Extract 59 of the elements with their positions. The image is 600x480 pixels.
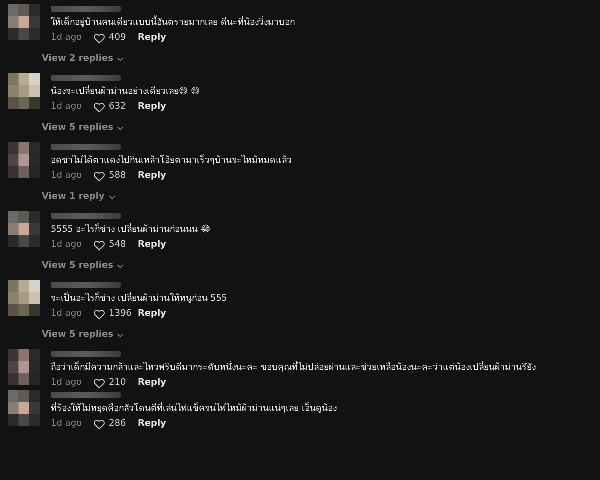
avatar-placeholder[interactable]	[8, 4, 40, 40]
avatar-placeholder[interactable]	[8, 349, 40, 385]
view-replies-button[interactable]: View 5 replies	[42, 261, 124, 271]
reply-button[interactable]: Reply	[138, 240, 166, 250]
blurred-username	[51, 392, 121, 398]
reply-button[interactable]: Reply	[138, 102, 166, 112]
blurred-username	[51, 6, 121, 12]
avatar-placeholder[interactable]	[8, 280, 40, 316]
comment-text: จะเป็นอะไรก็ช่าง เปลี่ยนผ้าม่านให้หนูก่อน 555	[51, 293, 228, 306]
comment-text: อดชาไม่ได้ตาแดงไปกินเหล้าโอ้ยตามาเร็วๆบ้านจะไหม้หมดแล้ว	[51, 155, 292, 168]
chevron-down-icon	[117, 126, 124, 130]
reply-button[interactable]: Reply	[138, 419, 166, 429]
like-count: 548	[109, 240, 126, 250]
view-replies-button[interactable]: View 5 replies	[42, 330, 124, 340]
reply-button[interactable]: Reply	[138, 309, 166, 319]
comment-time: 1d ago	[51, 378, 84, 388]
chevron-down-icon	[108, 194, 116, 200]
avatar-placeholder[interactable]	[8, 211, 40, 247]
reply-button[interactable]: Reply	[138, 378, 166, 388]
heart-icon[interactable]	[93, 238, 106, 252]
reply-button[interactable]: Reply	[138, 171, 166, 181]
avatar-placeholder[interactable]	[8, 142, 40, 178]
chevron-down-icon	[117, 264, 124, 268]
comment-text: ถือว่าเด็กมีความกล้าและไหวพริบดีมากระดับหนึ่งนะคะ ขอบคุณที่ไม่ปล่อยผ่านและช่วยเหลือน้องนะคะว่าแต่น้องเปลี่ยนผ้าม่านรึยัง	[51, 362, 536, 375]
comment-time: 1d ago	[51, 33, 84, 43]
like-count: 210	[109, 378, 126, 388]
view-replies-button[interactable]: View 5 replies	[42, 123, 124, 133]
avatar-placeholder[interactable]	[8, 390, 40, 426]
comment-time: 1d ago	[51, 419, 84, 429]
like-count: 409	[109, 33, 126, 43]
like-count: 632	[109, 102, 126, 112]
comment-time: 1d ago	[51, 240, 84, 250]
heart-icon[interactable]	[93, 170, 106, 182]
chevron-down-icon	[117, 56, 124, 62]
comment-text: ที่ร้องให้ไม่หยุดคือกลัวโดนตีที่เล่นไฟแช็คจนไฟไหม้ผ้าม่านแน่ๆเลย เอ็นดูน้อง	[51, 403, 337, 416]
comment-text: น้องจะเปลี่ยนผ้าม่านอย่างเดียวเลย😅 😅	[51, 86, 200, 99]
blurred-username	[51, 213, 121, 219]
heart-icon[interactable]	[93, 308, 106, 320]
heart-icon[interactable]	[93, 32, 106, 44]
blurred-username	[51, 75, 121, 81]
comment-time: 1d ago	[51, 309, 84, 319]
like-count: 1396	[109, 309, 132, 319]
chevron-down-icon	[117, 332, 124, 338]
blurred-username	[51, 282, 121, 288]
like-count: 588	[109, 171, 126, 181]
comment-text: 5555 อะไรก็ช่าง เปลี่ยนผ้าม่านก่อนนน 😂	[51, 224, 212, 237]
comment-time: 1d ago	[51, 102, 84, 112]
comment-text: ให้เด็กอยู่บ้านคนเดียวแบบนี้อันตรายมากเลย ดีนะที่น้องวิ่งมาบอก	[51, 17, 295, 30]
comment-time: 1d ago	[51, 171, 84, 181]
view-replies-button[interactable]: View 1 reply	[42, 192, 116, 202]
heart-icon[interactable]	[93, 376, 106, 390]
like-count: 286	[109, 419, 126, 429]
view-replies-button[interactable]: View 2 replies	[42, 54, 124, 64]
avatar-placeholder[interactable]	[8, 73, 40, 109]
heart-icon[interactable]	[93, 100, 106, 114]
blurred-username	[51, 351, 121, 357]
heart-icon[interactable]	[93, 418, 106, 430]
reply-button[interactable]: Reply	[138, 33, 166, 43]
blurred-username	[51, 144, 121, 150]
